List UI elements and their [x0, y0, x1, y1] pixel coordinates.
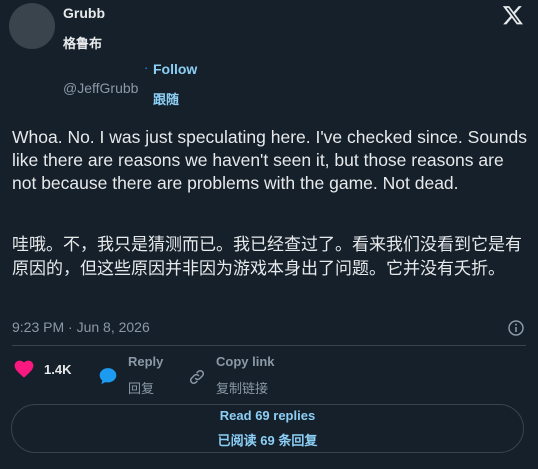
follow-separator: ·: [144, 60, 149, 75]
post-timestamp[interactable]: 9:23 PM · Jun 8, 2026: [12, 319, 150, 335]
copy-link-button-translation[interactable]: 复制链接: [216, 378, 268, 397]
reply-button-translation[interactable]: 回复: [128, 378, 154, 397]
link-icon[interactable]: [188, 368, 206, 386]
like-count[interactable]: 1.4K: [44, 362, 71, 377]
read-replies-label-translation: 已阅读 69 条回复: [217, 433, 318, 448]
reply-bubble-icon[interactable]: [98, 366, 118, 386]
heart-icon[interactable]: [14, 360, 34, 378]
avatar[interactable]: [9, 3, 55, 49]
author-name[interactable]: Grubb: [63, 5, 105, 21]
post-text: Whoa. No. I was just speculating here. I…: [12, 127, 528, 193]
follow-button-translation[interactable]: 跟随: [153, 89, 179, 108]
reply-button[interactable]: Reply: [128, 354, 163, 369]
author-name-translation: 格鲁布: [63, 36, 103, 51]
author-handle[interactable]: @JeffGrubb: [63, 80, 138, 96]
read-replies-label: Read 69 replies: [219, 408, 316, 423]
copy-link-button[interactable]: Copy link: [216, 354, 275, 369]
info-icon[interactable]: [508, 320, 524, 336]
post-text-translation: 哇哦。不，我只是猜测而已。我已经查过了。看来我们没看到它是有原因的，但这些原因并…: [12, 235, 522, 278]
read-replies-button[interactable]: Read 69 replies 已阅读 69 条回复: [11, 404, 524, 453]
divider: [12, 345, 526, 346]
x-logo-icon[interactable]: [502, 4, 524, 26]
follow-button[interactable]: Follow: [153, 61, 197, 77]
